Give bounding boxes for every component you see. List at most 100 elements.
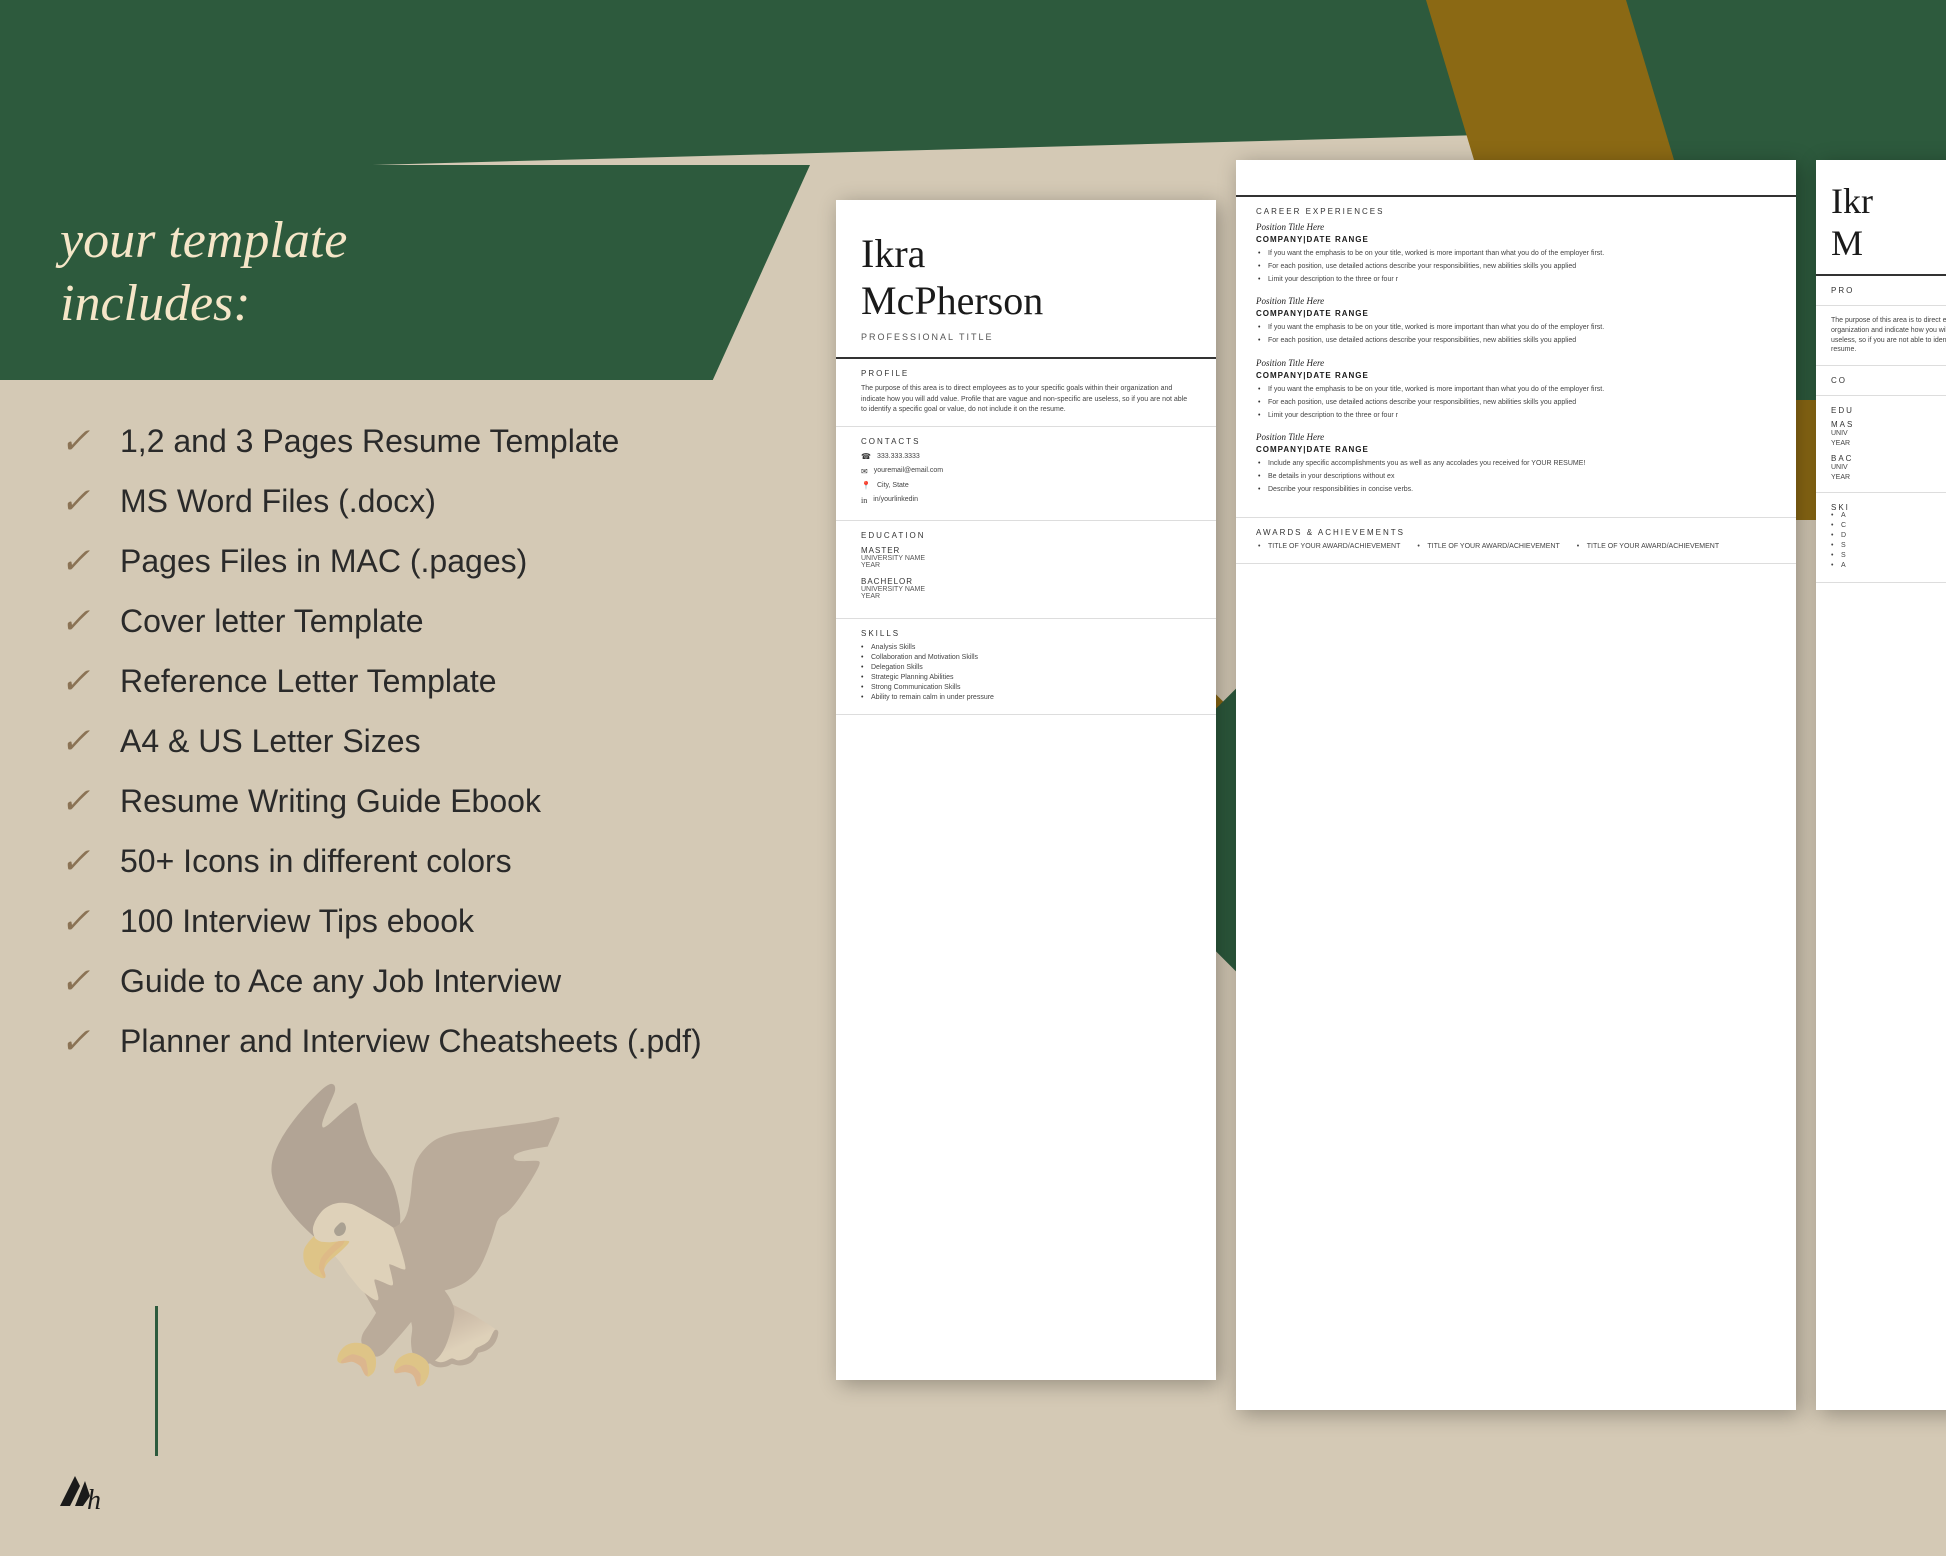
resume2-pos4-title: Position Title Here bbox=[1256, 432, 1776, 442]
banner-line1: your template bbox=[60, 212, 347, 269]
resume2-award-2: TITLE OF YOUR AWARD/ACHIEVEMENT bbox=[1415, 543, 1559, 550]
resume1-skill-item: Strategic Planning Abilities bbox=[861, 674, 1191, 681]
resume3-uni1: UNIV bbox=[1831, 429, 1946, 439]
list-item: ✓ 1,2 and 3 Pages Resume Template bbox=[60, 420, 820, 462]
resume1-profile-text: The purpose of this area is to direct em… bbox=[861, 384, 1191, 416]
resume2-pos1-bullet3: Limit your description to the three or f… bbox=[1256, 275, 1776, 285]
resume2-pos4-bullet1: Include any specific accomplishments you… bbox=[1256, 459, 1776, 469]
resume2-pos3-company: COMPANY|DATE RANGE bbox=[1256, 371, 1776, 380]
checklist-item-label: Cover letter Template bbox=[120, 603, 424, 640]
resume3-contacts-label: CO bbox=[1831, 376, 1946, 385]
resume2-position-3: Position Title Here COMPANY|DATE RANGE I… bbox=[1256, 358, 1776, 420]
resume1-skill-item: Ability to remain calm in under pressure bbox=[861, 694, 1191, 701]
resume1-last-name: McPherson bbox=[861, 277, 1191, 324]
resume1-professional-title: PROFESSIONAL TITLE bbox=[861, 332, 1191, 342]
resume2-position-1: Position Title Here COMPANY|DATE RANGE I… bbox=[1256, 222, 1776, 284]
linkedin-icon: in bbox=[861, 496, 867, 505]
resume1-master-year: YEAR bbox=[861, 562, 1191, 569]
resume1-master-label: MASTER bbox=[861, 546, 1191, 555]
svg-text:h: h bbox=[87, 1485, 101, 1511]
checkmark-icon: ✓ bbox=[60, 420, 100, 462]
resume2-award-3: TITLE OF YOUR AWARD/ACHIEVEMENT bbox=[1575, 543, 1719, 550]
bottom-accent-line bbox=[155, 1306, 158, 1456]
list-item: ✓ 50+ Icons in different colors bbox=[60, 840, 820, 882]
checklist-area: ✓ 1,2 and 3 Pages Resume Template ✓ MS W… bbox=[60, 420, 820, 1080]
resume1-profile-section: PROFILE The purpose of this area is to d… bbox=[836, 359, 1216, 427]
resume-page-2: CAREER EXPERIENCES Position Title Here C… bbox=[1236, 160, 1796, 1410]
checklist-item-label: 1,2 and 3 Pages Resume Template bbox=[120, 423, 619, 460]
resume1-bachelor-item: BACHELOR UNIVERSITY NAME YEAR bbox=[861, 577, 1191, 600]
resume2-pos4-bullet3: Describe your responsibilities in concis… bbox=[1256, 485, 1776, 495]
resume3-name-first: Ikr bbox=[1831, 180, 1946, 222]
resume3-uni2: UNIV bbox=[1831, 463, 1946, 473]
resume1-location-item: 📍 City, State bbox=[861, 481, 1191, 492]
list-item: ✓ Cover letter Template bbox=[60, 600, 820, 642]
resume2-pos1-company: COMPANY|DATE RANGE bbox=[1256, 235, 1776, 244]
list-item: ✓ Guide to Ace any Job Interview bbox=[60, 960, 820, 1002]
accent-line-horizontal bbox=[155, 160, 295, 163]
list-item: ✓ A4 & US Letter Sizes bbox=[60, 720, 820, 762]
resume2-position-2: Position Title Here COMPANY|DATE RANGE I… bbox=[1256, 296, 1776, 346]
resume3-skill-4: S bbox=[1831, 542, 1946, 549]
logo-area: h bbox=[55, 1471, 105, 1511]
resume1-contacts-label: CONTACTS bbox=[861, 437, 1191, 446]
resume3-profile-label: PRO bbox=[1831, 286, 1946, 295]
checklist-item-label: Reference Letter Template bbox=[120, 663, 497, 700]
resume3-bachelor-label: BAC bbox=[1831, 454, 1946, 463]
checklist-item-label: Guide to Ace any Job Interview bbox=[120, 963, 561, 1000]
watermark: 🦅 bbox=[236, 1053, 612, 1410]
resume2-pos3-bullet3: Limit your description to the three or f… bbox=[1256, 411, 1776, 421]
list-item: ✓ Pages Files in MAC (.pages) bbox=[60, 540, 820, 582]
resume3-profile-text: The purpose of this area is to direct em… bbox=[1831, 316, 1946, 355]
accent-line-vertical bbox=[155, 20, 158, 160]
phone-icon: ☎ bbox=[861, 452, 871, 461]
resume1-profile-label: PROFILE bbox=[861, 369, 1191, 378]
resume2-pos3-title: Position Title Here bbox=[1256, 358, 1776, 368]
resume1-linkedin-item: in in/yourlinkedin bbox=[861, 495, 1191, 506]
resume2-pos1-title: Position Title Here bbox=[1256, 222, 1776, 232]
resume3-name-second: M bbox=[1831, 222, 1946, 264]
resume1-email: youremail@email.com bbox=[874, 466, 943, 477]
resume2-pos1-bullet1: If you want the emphasis to be on your t… bbox=[1256, 249, 1776, 259]
resume2-awards-label: AWARDS & ACHIEVEMENTS bbox=[1256, 528, 1776, 537]
resume3-year1: YEAR bbox=[1831, 439, 1946, 449]
checkmark-icon: ✓ bbox=[60, 780, 100, 822]
resume1-bachelor-label: BACHELOR bbox=[861, 577, 1191, 586]
banner-line2: includes: bbox=[60, 275, 251, 332]
resume1-linkedin: in/yourlinkedin bbox=[873, 495, 918, 506]
resume-page-3: Ikr M PRO The purpose of this area is to… bbox=[1816, 160, 1946, 1410]
resume1-skill-item: Collaboration and Motivation Skills bbox=[861, 654, 1191, 661]
resume3-header: Ikr M bbox=[1816, 160, 1946, 276]
checkmark-icon: ✓ bbox=[60, 660, 100, 702]
checkmark-icon: ✓ bbox=[60, 480, 100, 522]
checkmark-icon: ✓ bbox=[60, 1020, 100, 1062]
email-icon: ✉ bbox=[861, 467, 868, 476]
resume2-pos2-bullet2: For each position, use detailed actions … bbox=[1256, 336, 1776, 346]
checkmark-icon: ✓ bbox=[60, 600, 100, 642]
resume3-contacts-section: CO bbox=[1816, 366, 1946, 396]
resume-pages-container: Ikra McPherson PROFESSIONAL TITLE PROFIL… bbox=[836, 160, 1936, 1510]
checklist-item-label: Pages Files in MAC (.pages) bbox=[120, 543, 527, 580]
resume3-skill-6: A bbox=[1831, 562, 1946, 569]
resume1-first-name: Ikra bbox=[861, 230, 1191, 277]
resume3-skill-1: A bbox=[1831, 512, 1946, 519]
list-item: ✓ Resume Writing Guide Ebook bbox=[60, 780, 820, 822]
resume3-year2: YEAR bbox=[1831, 473, 1946, 483]
banner-text: your template includes: bbox=[60, 210, 347, 335]
resume2-career-section: CAREER EXPERIENCES Position Title Here C… bbox=[1236, 197, 1796, 518]
resume2-pos3-bullet2: For each position, use detailed actions … bbox=[1256, 398, 1776, 408]
location-icon: 📍 bbox=[861, 481, 871, 490]
resume3-profile-section: PRO bbox=[1816, 276, 1946, 306]
resume1-location: City, State bbox=[877, 481, 909, 492]
resume1-skill-item: Analysis Skills bbox=[861, 644, 1191, 651]
resume-page-1: Ikra McPherson PROFESSIONAL TITLE PROFIL… bbox=[836, 200, 1216, 1380]
resume1-skill-item: Strong Communication Skills bbox=[861, 684, 1191, 691]
resume3-profile-body: The purpose of this area is to direct em… bbox=[1816, 306, 1946, 366]
resume2-career-label: CAREER EXPERIENCES bbox=[1256, 207, 1776, 216]
checklist-item-label: Planner and Interview Cheatsheets (.pdf) bbox=[120, 1023, 702, 1060]
resume3-skill-2: C bbox=[1831, 522, 1946, 529]
resume1-skills-label: SKILLS bbox=[861, 629, 1191, 638]
resume1-master-item: MASTER UNIVERSITY NAME YEAR bbox=[861, 546, 1191, 569]
resume3-skills-label: SKI bbox=[1831, 503, 1946, 512]
resume2-pos2-company: COMPANY|DATE RANGE bbox=[1256, 309, 1776, 318]
